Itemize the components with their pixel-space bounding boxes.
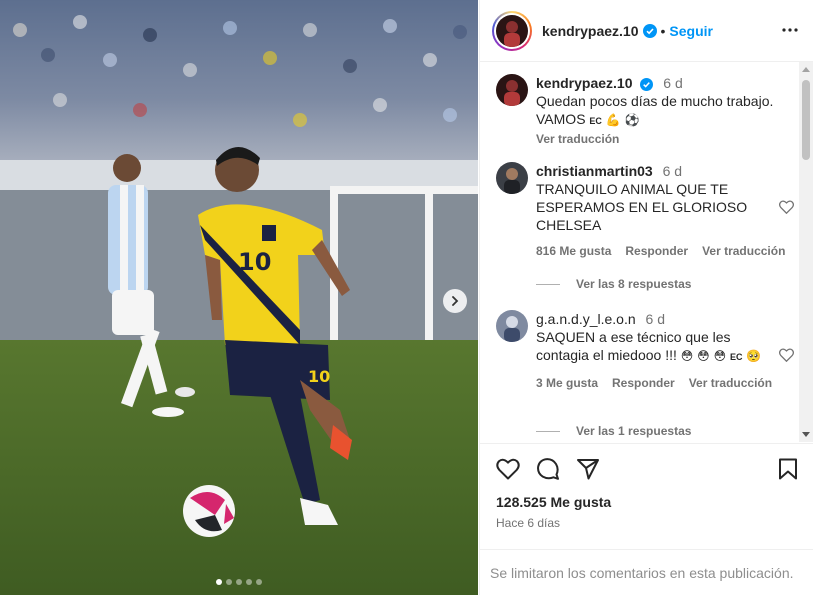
bookmark-icon [779,458,797,480]
heart-icon [779,348,794,363]
view-replies-button[interactable]: Ver las 8 respuestas [536,277,691,291]
carousel-next-button[interactable] [443,289,467,313]
comment-meta: 3 Me gusta Responder Ver traducción [536,374,786,392]
scrollbar-thumb[interactable] [802,80,810,160]
comment-item: g.a.n.d.y_l.e.o.n 6 d SAQUEN a ese técni… [496,310,796,392]
flexed-biceps-icon: 💪 [605,113,621,127]
avatar[interactable] [496,74,528,106]
avatar [496,14,528,47]
carousel-dot[interactable] [256,579,262,585]
caption-time[interactable]: 6 d [663,75,682,91]
header-separator: • [660,22,666,39]
comment-like-button[interactable] [779,200,794,219]
soccer-ball-icon: ⚽ [624,113,640,127]
replies-line [536,283,560,285]
likes-count[interactable]: 128.525 Me gusta [496,494,798,510]
more-options-button[interactable] [782,22,798,43]
heart-icon [779,200,794,215]
share-icon [577,459,599,480]
avatar[interactable] [496,162,528,194]
view-replies-button[interactable]: Ver las 1 respuestas [536,424,691,438]
avatar[interactable] [496,310,528,342]
carousel-dots [0,579,478,585]
flag-ec: EC [729,352,743,362]
carousel-dot[interactable] [216,579,222,585]
caption-translate[interactable]: Ver traducción [536,130,786,148]
comment-likes[interactable]: 3 Me gusta [536,374,598,392]
flushed-face-icon: 😳 [680,349,694,363]
svg-text:10: 10 [238,248,271,276]
comment-like-button[interactable] [779,348,794,367]
comment-username[interactable]: g.a.n.d.y_l.e.o.n [536,311,636,327]
carousel-dot[interactable] [236,579,242,585]
svg-text:10: 10 [308,367,330,386]
reply-button[interactable]: Responder [612,374,675,392]
comment-time[interactable]: 6 d [663,163,682,179]
header-username[interactable]: kendrypaez.10 [542,23,639,39]
comment-time[interactable]: 6 d [646,311,665,327]
caption-vamos: VAMOS [536,111,586,127]
follow-button[interactable]: Seguir [669,23,713,39]
chevron-right-icon [452,296,459,306]
pleading-face-icon: 🥺 [746,349,762,363]
caption-line-2: VAMOS EC 💪 ⚽ [536,110,786,130]
post-side-panel: kendrypaez.10 • Seguir kendrypaez.10 6 d… [479,0,813,595]
comments-list[interactable]: kendrypaez.10 6 d Quedan pocos días de m… [480,62,813,442]
caption-username[interactable]: kendrypaez.10 [536,75,633,91]
replies-line [536,430,560,432]
comment-username[interactable]: christianmartin03 [536,163,653,179]
like-button[interactable] [496,458,520,480]
story-ring[interactable] [492,10,532,51]
scroll-up-icon[interactable] [802,67,810,72]
comments-scrollbar[interactable] [799,62,813,442]
carousel-dot[interactable] [226,579,232,585]
translate-button[interactable]: Ver traducción [689,374,772,392]
comment-text: SAQUEN a ese técnico que les contagia el… [536,328,786,366]
view-replies-label: Ver las 8 respuestas [576,277,692,291]
reply-button[interactable]: Responder [625,242,688,260]
scroll-down-icon[interactable] [802,432,810,437]
translate-button[interactable]: Ver traducción [702,242,785,260]
flushed-face-icon: 😳 [713,349,727,363]
save-button[interactable] [778,458,798,480]
caption-line-1: Quedan pocos días de mucho trabajo. [536,93,774,109]
heart-icon [496,458,520,480]
flag-ec: EC [589,116,602,126]
post-media[interactable]: 10 10 [0,0,478,595]
comment-item: christianmartin03 6 d TRANQUILO ANIMAL Q… [496,162,796,260]
post-actions: 128.525 Me gusta Hace 6 días [480,443,813,530]
comment-likes[interactable]: 816 Me gusta [536,242,611,260]
post-time[interactable]: Hace 6 días [496,516,798,530]
comments-limited-notice: Se limitaron los comentarios en esta pub… [480,549,813,595]
share-button[interactable] [576,457,600,481]
comment-meta: 816 Me gusta Responder Ver traducción [536,242,786,260]
comment-text: TRANQUILO ANIMAL QUE TE ESPERAMOS EN EL … [536,181,748,233]
carousel-dot[interactable] [246,579,252,585]
comment-icon [537,458,559,480]
verified-icon [640,77,654,91]
more-icon [782,28,798,32]
verified-icon [642,23,657,38]
post-photo: 10 10 [0,0,478,595]
flushed-face-icon: 😳 [697,349,710,363]
caption: kendrypaez.10 6 d Quedan pocos días de m… [496,74,796,148]
view-replies-label: Ver las 1 respuestas [576,424,692,438]
post-header: kendrypaez.10 • Seguir [480,0,813,62]
comment-button[interactable] [536,457,560,481]
